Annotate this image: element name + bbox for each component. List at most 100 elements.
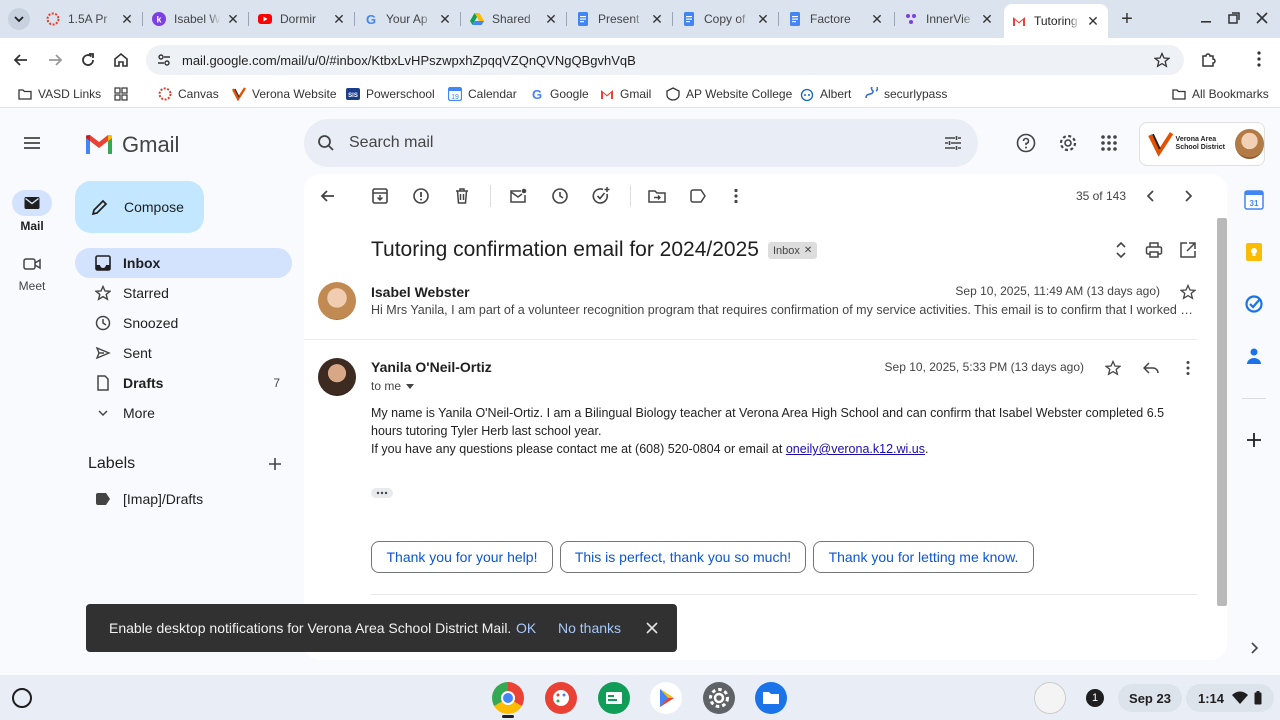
inbox-label-chip[interactable]: Inbox ✕: [768, 242, 818, 259]
calendar-app-button[interactable]: 31: [1244, 190, 1264, 210]
address-bar[interactable]: mail.google.com/mail/u/0/#inbox/KtbxLvHP…: [146, 45, 1184, 75]
holding-space-thumbnail[interactable]: [1034, 682, 1066, 714]
older-button[interactable]: [1178, 186, 1198, 206]
newer-button[interactable]: [1141, 186, 1161, 206]
mark-unread-button[interactable]: [508, 186, 528, 206]
home-button[interactable]: [112, 51, 130, 69]
close-window-button[interactable]: [1254, 10, 1270, 26]
close-icon[interactable]: ✕: [332, 11, 346, 28]
close-icon[interactable]: ✕: [544, 11, 558, 28]
files-app-icon[interactable]: [755, 682, 787, 714]
extensions-button[interactable]: [1200, 50, 1218, 68]
rail-mail[interactable]: Mail: [10, 190, 54, 236]
nav-inbox[interactable]: Inbox: [75, 248, 292, 278]
snackbar-no-thanks-button[interactable]: No thanks: [558, 620, 621, 636]
close-icon[interactable]: ✕: [870, 11, 884, 28]
chrome-app-icon[interactable]: [492, 682, 524, 714]
support-button[interactable]: [1016, 133, 1036, 153]
new-tab-button[interactable]: +: [1116, 8, 1138, 30]
message-more-button[interactable]: [1180, 360, 1196, 376]
settings-button[interactable]: [1058, 133, 1078, 153]
account-button[interactable]: Verona Area School District: [1139, 122, 1265, 166]
remove-label-icon[interactable]: ✕: [804, 245, 812, 256]
reply-button[interactable]: [1142, 360, 1160, 376]
rail-meet[interactable]: Meet: [10, 255, 54, 295]
smart-reply-1[interactable]: Thank you for your help!: [371, 541, 553, 573]
contacts-app-button[interactable]: [1244, 346, 1264, 366]
tab-3[interactable]: Dormir ✕: [250, 6, 354, 32]
launcher-button[interactable]: [12, 688, 32, 708]
close-icon[interactable]: ✕: [438, 11, 452, 28]
more-actions-button[interactable]: [726, 186, 746, 206]
labels-button[interactable]: [688, 186, 708, 206]
bookmark-canvas[interactable]: Canvas: [158, 86, 219, 102]
date-tray[interactable]: Sep 23: [1118, 684, 1182, 712]
google-apps-button[interactable]: [1100, 134, 1118, 152]
print-all-button[interactable]: [1144, 240, 1164, 260]
settings-app-icon[interactable]: [703, 682, 735, 714]
snooze-button[interactable]: [550, 186, 570, 206]
site-info-icon[interactable]: [156, 52, 172, 68]
tab-search-button[interactable]: [8, 8, 30, 30]
canvas-paint-app-icon[interactable]: [545, 682, 577, 714]
search-icon[interactable]: [317, 134, 335, 152]
close-icon[interactable]: ✕: [756, 11, 770, 28]
classroom-app-icon[interactable]: [598, 682, 630, 714]
reading-pane-scrollbar[interactable]: [1217, 218, 1227, 606]
message-collapsed[interactable]: Isabel Webster Sep 10, 2025, 11:49 AM (1…: [304, 274, 1216, 338]
tab-1[interactable]: 1.5A Pr ✕: [38, 6, 142, 32]
expand-all-button[interactable]: [1111, 240, 1131, 260]
nav-snoozed[interactable]: Snoozed: [75, 308, 292, 338]
bookmark-gmail[interactable]: Gmail: [600, 86, 651, 102]
bookmark-google[interactable]: G Google: [530, 86, 589, 102]
snackbar-ok-button[interactable]: OK: [516, 620, 536, 636]
forward-button[interactable]: [46, 51, 64, 69]
tab-active[interactable]: Tutoring ✕: [1004, 4, 1108, 38]
bookmark-powerschool[interactable]: SIS Powerschool: [346, 86, 435, 102]
message-star[interactable]: [1180, 284, 1196, 300]
close-icon[interactable]: ✕: [980, 11, 994, 28]
get-addons-button[interactable]: [1244, 430, 1264, 450]
message-star[interactable]: [1105, 360, 1121, 376]
tasks-app-button[interactable]: [1244, 294, 1264, 314]
expand-side-panel-button[interactable]: [1246, 640, 1262, 656]
nav-sent[interactable]: Sent: [75, 338, 292, 368]
main-menu-button[interactable]: [22, 133, 42, 153]
close-icon[interactable]: [645, 621, 659, 635]
email-link[interactable]: oneily@verona.k12.wi.us: [786, 442, 925, 456]
close-icon[interactable]: ✕: [650, 11, 664, 28]
bookmark-ap-website-college[interactable]: AP Website College: [666, 86, 792, 102]
bookmark-apps[interactable]: [114, 86, 134, 102]
reload-button[interactable]: [79, 51, 97, 69]
search-input[interactable]: Search mail: [349, 134, 433, 152]
delete-button[interactable]: [452, 186, 472, 206]
show-trimmed-content-button[interactable]: [371, 488, 393, 498]
browser-menu-button[interactable]: [1252, 50, 1266, 68]
nav-drafts[interactable]: Drafts 7: [75, 368, 292, 398]
smart-reply-3[interactable]: Thank you for letting me know.: [813, 541, 1034, 573]
bookmark-albert[interactable]: Albert: [800, 86, 851, 102]
tab-7[interactable]: Copy of ✕: [674, 6, 778, 32]
tab-6[interactable]: Present ✕: [568, 6, 672, 32]
tab-2[interactable]: k Isabel W ✕: [144, 6, 248, 32]
search-options-icon[interactable]: [944, 134, 962, 152]
search-bar[interactable]: Search mail: [304, 119, 978, 167]
bookmark-securlypass[interactable]: securlypass: [864, 86, 947, 102]
gmail-logo[interactable]: Gmail: [84, 131, 179, 159]
compose-button[interactable]: Compose: [75, 181, 204, 233]
move-to-button[interactable]: [647, 186, 667, 206]
status-tray[interactable]: 1:14: [1186, 684, 1274, 712]
label-imap-drafts[interactable]: [Imap]/Drafts: [75, 484, 292, 514]
bookmark-calendar[interactable]: 19 Calendar: [448, 86, 517, 102]
recipient-details-toggle[interactable]: to me: [371, 379, 415, 393]
tab-8[interactable]: Factore ✕: [780, 6, 892, 32]
add-to-tasks-button[interactable]: [591, 186, 611, 206]
play-store-app-icon[interactable]: [650, 682, 682, 714]
notification-badge[interactable]: 1: [1086, 689, 1104, 707]
bookmark-verona-website[interactable]: Verona Website: [232, 86, 337, 102]
star-icon[interactable]: [1154, 52, 1170, 68]
archive-button[interactable]: [370, 186, 390, 206]
create-label-button[interactable]: [266, 455, 284, 473]
maximize-button[interactable]: [1226, 10, 1242, 26]
tab-5[interactable]: Shared ✕: [462, 6, 566, 32]
